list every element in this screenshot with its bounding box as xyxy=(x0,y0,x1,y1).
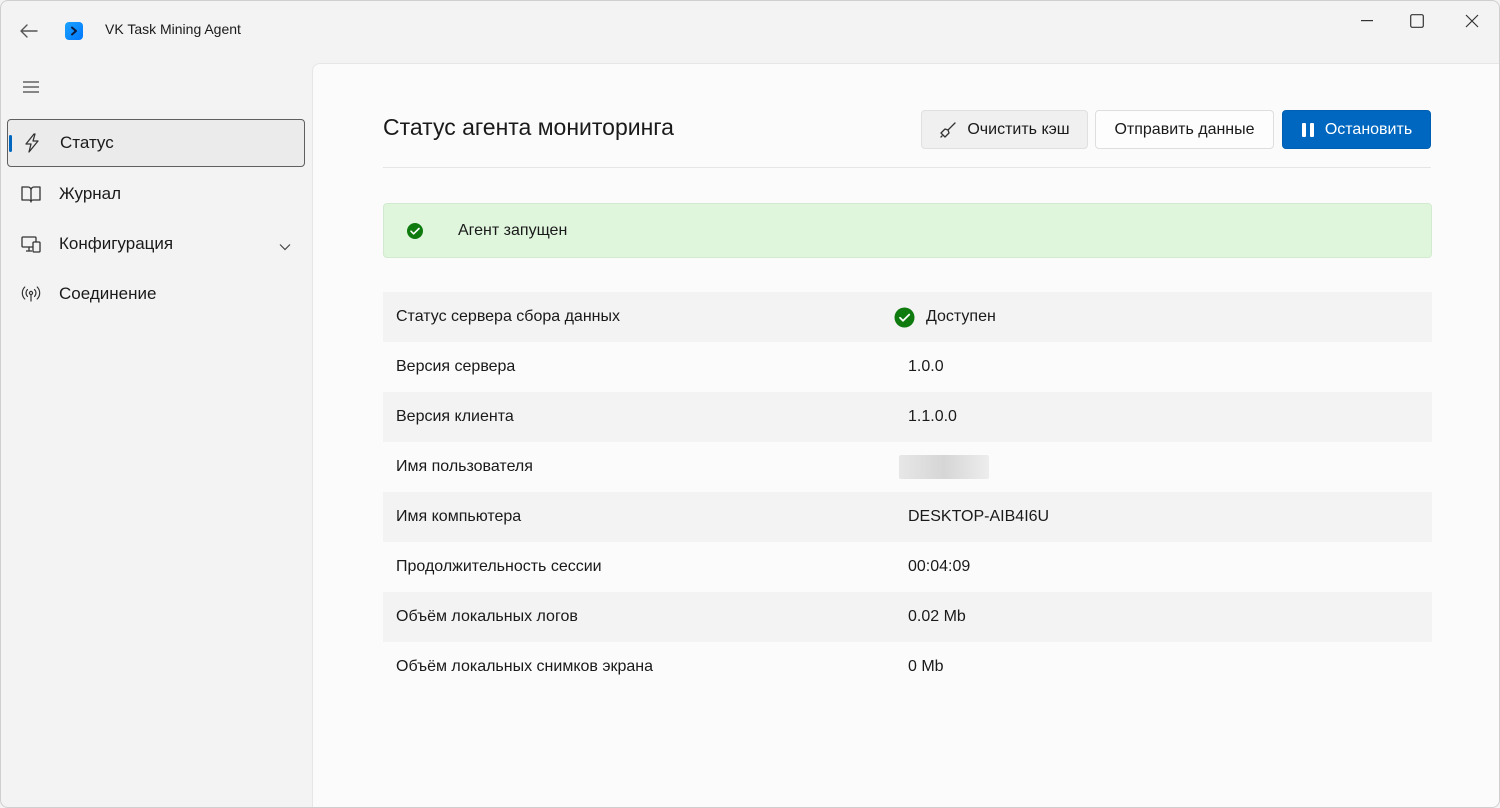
app-logo-icon xyxy=(65,22,83,40)
stop-button[interactable]: Остановить xyxy=(1282,110,1431,149)
table-row: Объём локальных логов 0.02 Mb xyxy=(383,592,1432,642)
status-banner: Агент запущен xyxy=(383,203,1432,258)
app-title: VK Task Mining Agent xyxy=(105,21,241,37)
main-content: Статус агента мониторинга Очистить кэш О… xyxy=(312,63,1499,807)
header-divider xyxy=(383,167,1431,168)
row-label: Имя компьютера xyxy=(396,508,522,525)
row-value: 0.02 Mb xyxy=(908,608,966,625)
minimize-icon xyxy=(1361,20,1373,22)
minimize-button[interactable] xyxy=(1343,1,1391,41)
table-row: Имя компьютера DESKTOP-AIB4I6U xyxy=(383,492,1432,542)
app-window: VK Task Mining Agent Статус Журнал Конфи… xyxy=(0,0,1500,808)
book-icon xyxy=(20,183,42,205)
back-button[interactable] xyxy=(9,13,49,49)
row-label: Версия сервера xyxy=(396,358,516,375)
table-row: Версия сервера 1.0.0 xyxy=(383,342,1432,392)
row-value xyxy=(899,455,989,479)
sidebar-item-journal[interactable]: Журнал xyxy=(7,170,305,218)
check-circle-icon xyxy=(894,307,915,328)
row-value: 00:04:09 xyxy=(908,558,971,575)
row-label: Версия клиента xyxy=(396,408,514,425)
send-data-button[interactable]: Отправить данные xyxy=(1095,110,1274,149)
row-label: Объём локальных снимков экрана xyxy=(396,658,654,675)
row-label: Статус сервера сбора данных xyxy=(396,308,620,325)
row-label: Объём локальных логов xyxy=(396,608,578,625)
menu-toggle-button[interactable] xyxy=(11,69,51,105)
maximize-button[interactable] xyxy=(1393,1,1441,41)
send-data-label: Отправить данные xyxy=(1114,120,1255,138)
table-row: Объём локальных снимков экрана 0 Mb xyxy=(383,642,1432,692)
title-bar: VK Task Mining Agent xyxy=(1,1,1499,61)
row-value: 1.0.0 xyxy=(908,358,944,375)
row-value: 1.1.0.0 xyxy=(908,408,957,425)
chevron-down-icon[interactable] xyxy=(279,236,291,256)
sidebar-item-label: Конфигурация xyxy=(59,234,174,253)
row-value: DESKTOP-AIB4I6U xyxy=(908,508,1050,525)
sidebar-item-label: Соединение xyxy=(59,284,157,303)
computer-settings-icon xyxy=(20,233,42,255)
sidebar-item-status[interactable]: Статус xyxy=(7,119,305,167)
server-status-value: Доступен xyxy=(926,308,996,325)
clear-cache-label: Очистить кэш xyxy=(967,120,1070,138)
sidebar-item-label: Журнал xyxy=(59,184,122,203)
page-title: Статус агента мониторинга xyxy=(383,114,674,140)
antenna-icon xyxy=(20,283,42,305)
maximize-icon xyxy=(1410,14,1424,28)
row-value: Доступен xyxy=(894,307,996,328)
arrow-left-icon xyxy=(20,24,38,38)
row-value: 0 Mb xyxy=(908,658,944,675)
table-row: Версия клиента 1.1.0.0 xyxy=(383,392,1432,442)
status-banner-text: Агент запущен xyxy=(458,221,568,239)
info-table: Статус сервера сбора данных Доступен Вер… xyxy=(383,292,1432,692)
row-label: Продолжительность сессии xyxy=(396,558,602,575)
sidebar-item-connection[interactable]: Соединение xyxy=(7,270,305,318)
broom-icon xyxy=(939,121,957,139)
lightning-icon xyxy=(21,132,43,154)
sidebar-item-configuration[interactable]: Конфигурация xyxy=(7,220,305,268)
close-button[interactable] xyxy=(1448,1,1496,41)
clear-cache-button[interactable]: Очистить кэш xyxy=(921,110,1088,149)
check-circle-icon xyxy=(406,222,424,240)
redacted-username xyxy=(899,455,989,479)
sidebar-item-label: Статус xyxy=(60,133,114,152)
pause-icon xyxy=(1301,122,1315,138)
close-icon xyxy=(1465,14,1479,28)
table-row: Продолжительность сессии 00:04:09 xyxy=(383,542,1432,592)
row-label: Имя пользователя xyxy=(396,458,533,475)
stop-label: Остановить xyxy=(1324,120,1413,138)
hamburger-icon xyxy=(23,81,39,93)
table-row: Имя пользователя xyxy=(383,442,1432,492)
table-row: Статус сервера сбора данных Доступен xyxy=(383,292,1432,342)
